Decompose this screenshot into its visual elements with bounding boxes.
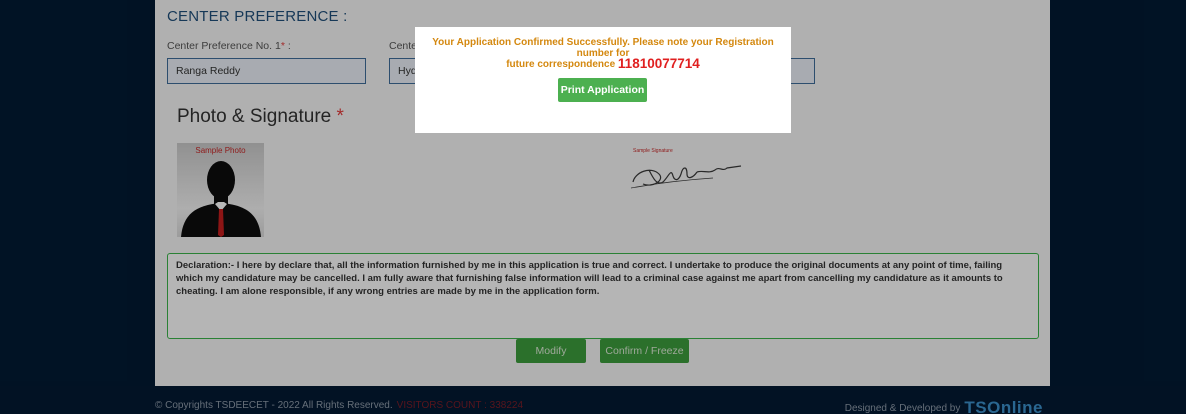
registration-number: 11810077714 <box>617 56 700 71</box>
confirmation-modal: Your Application Confirmed Successfully.… <box>415 27 791 133</box>
modal-message-line2: future correspondence 11810077714 <box>506 56 700 71</box>
print-application-button[interactable]: Print Application <box>558 78 647 102</box>
